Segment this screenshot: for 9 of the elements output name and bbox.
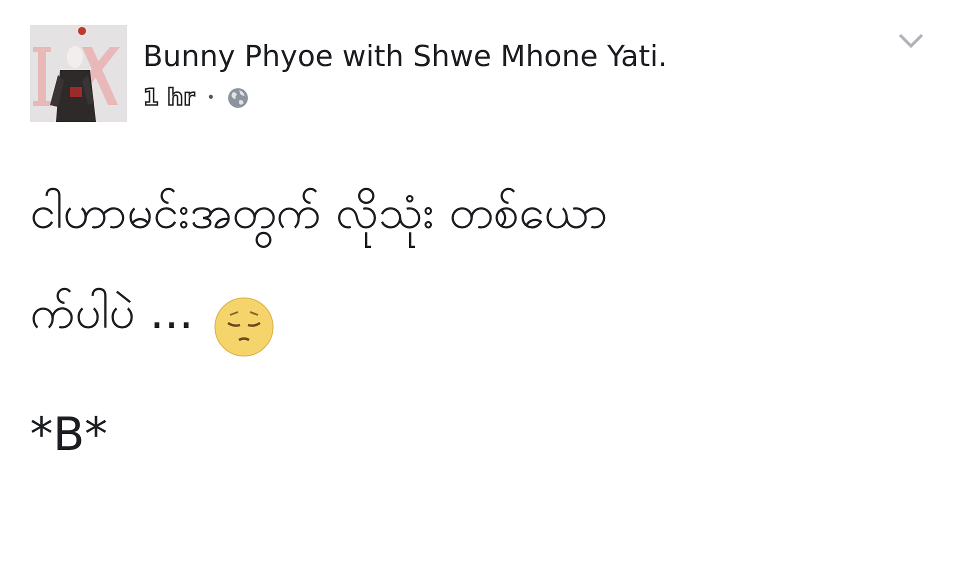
post-text: ငါဟာမင်းအတွက် လိုသုံး တစ်ယော xyxy=(30,162,608,262)
globe-icon[interactable] xyxy=(227,87,249,109)
post-time[interactable]: 1 hr xyxy=(143,85,195,111)
separator-dot: • xyxy=(206,90,215,106)
post-text: က်ပါပဲ ... xyxy=(30,284,194,341)
pensive-emoji-icon xyxy=(214,297,274,357)
signature-text: *B* xyxy=(30,407,109,461)
author-name[interactable]: Bunny Phyoe with Shwe Mhone Yati. xyxy=(143,39,668,73)
chevron-down-icon[interactable] xyxy=(898,33,924,49)
